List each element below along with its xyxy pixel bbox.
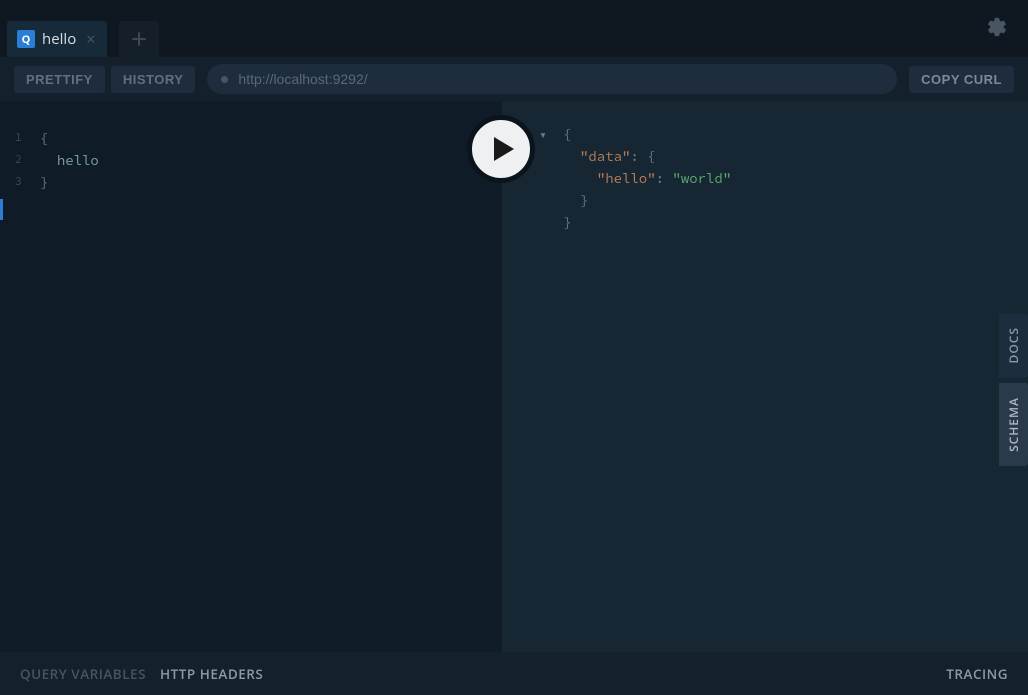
query-variables-tab[interactable]: QUERY VARIABLES xyxy=(20,665,146,683)
query-type-icon: Q xyxy=(17,30,35,48)
url-input[interactable] xyxy=(238,71,883,87)
history-button[interactable]: HISTORY xyxy=(111,66,196,93)
json-key: "data" xyxy=(580,147,630,165)
settings-button[interactable] xyxy=(986,16,1008,43)
docs-tab[interactable]: DOCS xyxy=(999,313,1028,377)
colon: : xyxy=(630,147,638,165)
brace: { xyxy=(40,129,48,147)
main-area: 1 2 3 { hello } ▼ { "data": { "hello": "… xyxy=(0,101,1028,652)
fold-toggle-icon[interactable]: ▼ xyxy=(540,125,546,147)
close-icon[interactable]: × xyxy=(84,28,97,50)
schema-tab[interactable]: SCHEMA xyxy=(999,383,1028,466)
http-headers-tab[interactable]: HTTP HEADERS xyxy=(160,665,263,683)
brace: } xyxy=(563,213,571,231)
side-panel-tabs: DOCS SCHEMA xyxy=(999,313,1028,466)
gear-icon xyxy=(986,16,1008,38)
tracing-tab[interactable]: TRACING xyxy=(946,665,1008,683)
tab-bar: Q hello × xyxy=(0,0,1028,57)
field-name: hello xyxy=(57,151,99,169)
play-icon xyxy=(494,137,514,161)
json-key: "hello" xyxy=(597,169,656,187)
connection-status-icon xyxy=(221,76,228,83)
copy-curl-button[interactable]: COPY CURL xyxy=(909,66,1014,93)
plus-icon xyxy=(130,30,148,48)
line-gutter: 1 2 3 xyxy=(0,127,30,193)
toolbar: PRETTIFY HISTORY COPY CURL xyxy=(0,57,1028,101)
code-content: { hello } xyxy=(0,101,502,193)
prettify-button[interactable]: PRETTIFY xyxy=(14,66,105,93)
tab-label: hello xyxy=(42,29,76,49)
json-string: "world" xyxy=(672,169,731,187)
line-number: 2 xyxy=(0,149,22,171)
url-bar xyxy=(207,64,897,94)
colon: : xyxy=(656,169,664,187)
cursor-indicator xyxy=(0,199,3,220)
line-number: 3 xyxy=(0,171,22,193)
add-tab-button[interactable] xyxy=(119,21,159,57)
execute-button[interactable] xyxy=(467,115,535,183)
brace: } xyxy=(40,173,48,191)
brace: } xyxy=(580,191,588,209)
line-number: 1 xyxy=(0,127,22,149)
bottom-bar: QUERY VARIABLES HTTP HEADERS TRACING xyxy=(0,652,1028,695)
brace: { xyxy=(647,147,655,165)
query-editor[interactable]: 1 2 3 { hello } xyxy=(0,101,502,652)
tab-hello[interactable]: Q hello × xyxy=(7,21,107,57)
result-pane[interactable]: ▼ { "data": { "hello": "world" } } xyxy=(502,101,1028,652)
brace: { xyxy=(563,125,571,143)
